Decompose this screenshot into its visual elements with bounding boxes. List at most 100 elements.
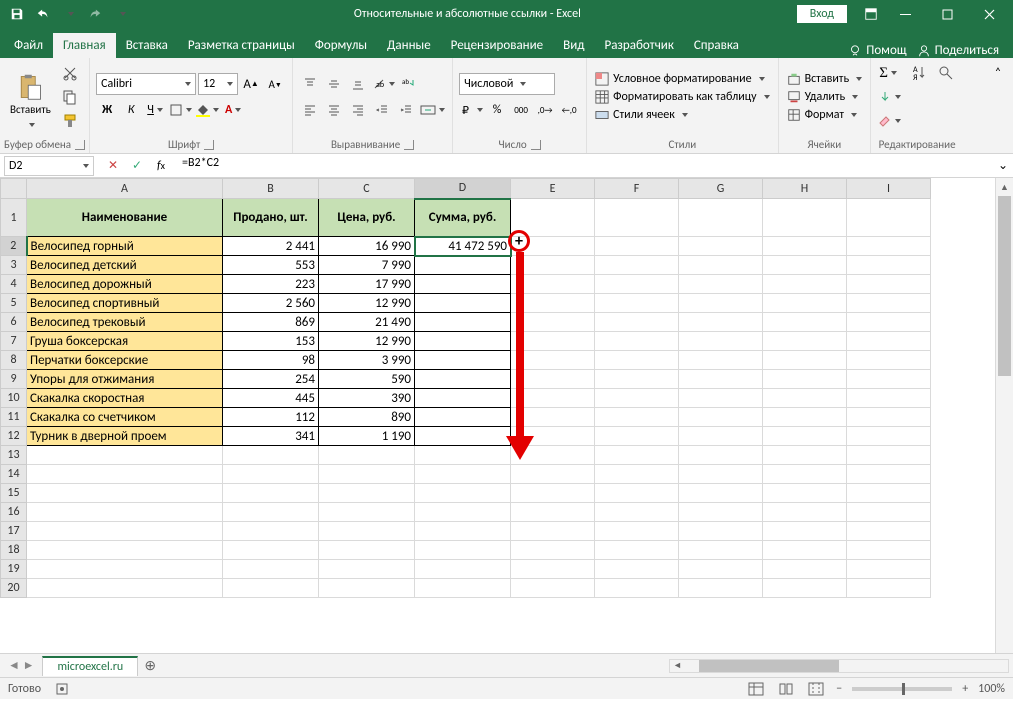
row-header-4[interactable]: 4 — [1, 275, 27, 294]
cell[interactable]: Турник в дверной проем — [27, 427, 223, 446]
tab-вставка[interactable]: Вставка — [116, 33, 178, 58]
row-header-10[interactable]: 10 — [1, 389, 27, 408]
cell[interactable]: Упоры для отжимания — [27, 370, 223, 389]
page-layout-view-icon[interactable] — [776, 680, 796, 698]
row-header-17[interactable]: 17 — [1, 522, 27, 541]
cell[interactable]: 98 — [223, 351, 319, 370]
undo-dropdown[interactable] — [58, 3, 80, 25]
cell[interactable]: Велосипед детский — [27, 256, 223, 275]
cell[interactable]: 590 — [319, 370, 415, 389]
select-all-corner[interactable] — [1, 179, 27, 199]
tab-вид[interactable]: Вид — [553, 33, 594, 58]
cell[interactable]: 890 — [319, 408, 415, 427]
delete-cells-button[interactable]: Удалить — [785, 89, 865, 105]
tab-рецензирование[interactable]: Рецензирование — [441, 33, 553, 58]
cell[interactable]: 3 990 — [319, 351, 415, 370]
table-header[interactable]: Продано, шт. — [223, 199, 319, 237]
table-header[interactable]: Сумма, руб. — [415, 199, 511, 237]
row-header-13[interactable]: 13 — [1, 446, 27, 465]
login-button[interactable]: Вход — [797, 5, 847, 23]
tab-данные[interactable]: Данные — [377, 33, 441, 58]
cell[interactable]: 2 560 — [223, 294, 319, 313]
fill-color-button[interactable] — [195, 99, 220, 121]
decrease-decimal-icon[interactable]: ←,0 — [558, 99, 580, 121]
align-bottom-icon[interactable] — [347, 73, 369, 95]
page-break-view-icon[interactable] — [806, 680, 826, 698]
row-header-19[interactable]: 19 — [1, 560, 27, 579]
cell[interactable] — [415, 294, 511, 313]
number-launcher[interactable] — [531, 140, 541, 150]
autosum-icon[interactable]: Σ — [877, 62, 899, 84]
sheet-tab[interactable]: microexcel.ru — [42, 656, 138, 676]
vertical-scrollbar[interactable]: ▲ — [995, 178, 1013, 653]
cell[interactable]: 869 — [223, 313, 319, 332]
cell[interactable]: Велосипед трековый — [27, 313, 223, 332]
font-size-select[interactable]: 12 — [198, 73, 238, 95]
col-header-B[interactable]: B — [223, 179, 319, 199]
cell-styles-button[interactable]: Стили ячеек — [593, 107, 771, 123]
tab-формулы[interactable]: Формулы — [305, 33, 377, 58]
cell[interactable]: 17 990 — [319, 275, 415, 294]
cell[interactable]: 12 990 — [319, 294, 415, 313]
save-icon[interactable] — [6, 3, 28, 25]
align-top-icon[interactable] — [299, 73, 321, 95]
col-header-F[interactable]: F — [595, 179, 679, 199]
cell[interactable]: 2 441 — [223, 237, 319, 256]
cell[interactable]: Велосипед спортивный — [27, 294, 223, 313]
sort-filter-icon[interactable]: AЯ — [911, 62, 933, 84]
comma-format-icon[interactable]: 000 — [510, 99, 532, 121]
row-header-9[interactable]: 9 — [1, 370, 27, 389]
row-header-18[interactable]: 18 — [1, 541, 27, 560]
tab-разработчик[interactable]: Разработчик — [594, 33, 683, 58]
cell[interactable] — [415, 332, 511, 351]
insert-cells-button[interactable]: Вставить — [785, 71, 865, 87]
row-header-7[interactable]: 7 — [1, 332, 27, 351]
paste-button[interactable]: Вставить — [6, 69, 55, 126]
cell[interactable] — [415, 275, 511, 294]
redo-icon[interactable] — [84, 3, 106, 25]
close-button[interactable] — [969, 0, 1009, 28]
cell[interactable]: 445 — [223, 389, 319, 408]
cell[interactable]: 153 — [223, 332, 319, 351]
format-painter-icon[interactable] — [59, 110, 81, 132]
minimize-button[interactable] — [885, 0, 925, 28]
cut-icon[interactable] — [59, 62, 81, 84]
col-header-A[interactable]: A — [27, 179, 223, 199]
cell[interactable]: 254 — [223, 370, 319, 389]
decrease-font-icon[interactable]: A▼ — [264, 73, 286, 95]
align-right-icon[interactable] — [347, 99, 369, 121]
row-header-8[interactable]: 8 — [1, 351, 27, 370]
orientation-icon[interactable]: ab — [371, 73, 396, 95]
zoom-out-button[interactable]: − — [836, 682, 842, 696]
align-left-icon[interactable] — [299, 99, 321, 121]
increase-font-icon[interactable]: A▲ — [240, 73, 262, 95]
conditional-formatting-button[interactable]: Условное форматирование — [593, 71, 771, 87]
format-as-table-button[interactable]: Форматировать как таблицу — [593, 89, 771, 105]
clear-icon[interactable] — [877, 110, 902, 132]
sheet-nav[interactable]: ◄ ► — [0, 658, 42, 673]
clipboard-launcher[interactable] — [75, 140, 85, 150]
cell[interactable]: 41 472 590 — [415, 237, 511, 256]
align-middle-icon[interactable] — [323, 73, 345, 95]
italic-button[interactable]: К — [120, 99, 142, 121]
row-header-16[interactable]: 16 — [1, 503, 27, 522]
col-header-C[interactable]: C — [319, 179, 415, 199]
row-header-5[interactable]: 5 — [1, 294, 27, 313]
formula-input[interactable]: =B2*C2 — [176, 156, 993, 176]
cell[interactable]: 16 990 — [319, 237, 415, 256]
cell[interactable]: 341 — [223, 427, 319, 446]
row-header-11[interactable]: 11 — [1, 408, 27, 427]
find-select-icon[interactable] — [935, 62, 957, 84]
qat-customize[interactable] — [110, 3, 132, 25]
row-header-15[interactable]: 15 — [1, 484, 27, 503]
cell[interactable]: 7 990 — [319, 256, 415, 275]
wrap-text-icon[interactable]: ab — [398, 73, 420, 95]
decrease-indent-icon[interactable] — [371, 99, 393, 121]
col-header-D[interactable]: D — [415, 179, 511, 199]
row-header-2[interactable]: 2 — [1, 237, 27, 256]
insert-function-icon[interactable]: fx — [150, 156, 172, 176]
number-format-select[interactable]: Числовой — [459, 73, 555, 95]
cell[interactable]: 21 490 — [319, 313, 415, 332]
row-header-6[interactable]: 6 — [1, 313, 27, 332]
cell[interactable] — [415, 389, 511, 408]
